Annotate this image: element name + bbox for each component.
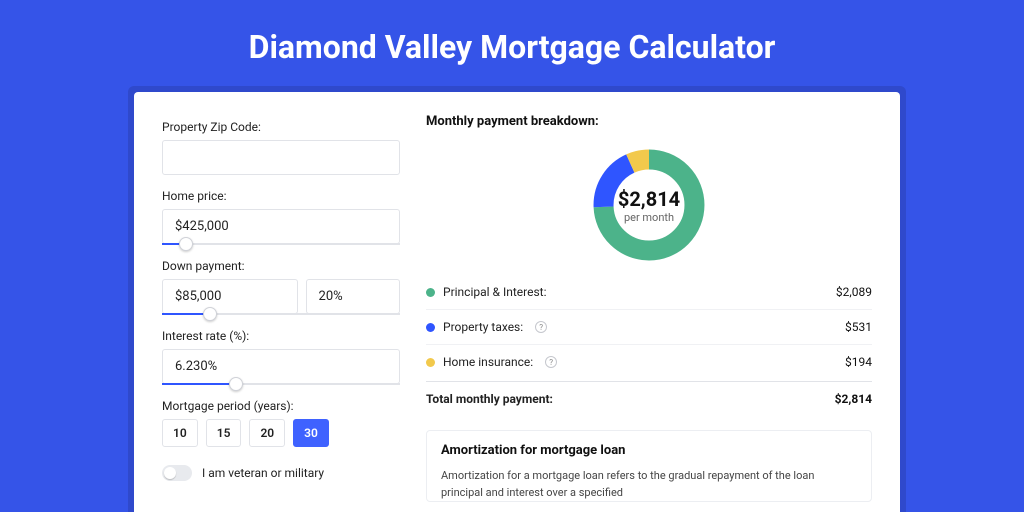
legend-total-value: $2,814 (835, 392, 872, 406)
legend-row-total: Total monthly payment: $2,814 (426, 381, 872, 416)
legend-row-insurance: Home insurance: ? $194 (426, 344, 872, 379)
calculator-card: Property Zip Code: Home price: Down paym… (134, 92, 900, 512)
mortgage-period-options: 10 15 20 30 (162, 419, 400, 447)
donut-amount: $2,814 (618, 187, 680, 211)
swatch-principal (426, 288, 435, 297)
swatch-insurance (426, 358, 435, 367)
amortization-title: Amortization for mortgage loan (441, 443, 857, 458)
legend-value-principal: $2,089 (836, 285, 872, 299)
card-container: Property Zip Code: Home price: Down paym… (0, 86, 1024, 512)
interest-rate-slider[interactable] (162, 383, 400, 385)
donut-subtext: per month (624, 211, 674, 224)
legend-total-label: Total monthly payment: (426, 392, 553, 406)
legend-label-principal: Principal & Interest: (443, 285, 547, 299)
form-column: Property Zip Code: Home price: Down paym… (134, 92, 424, 512)
legend-label-taxes: Property taxes: (443, 320, 523, 334)
legend-row-principal: Principal & Interest: $2,089 (426, 275, 872, 309)
veteran-toggle-knob (164, 467, 176, 479)
period-option-10[interactable]: 10 (162, 419, 198, 447)
period-option-30[interactable]: 30 (293, 419, 329, 447)
veteran-toggle-row: I am veteran or military (162, 465, 400, 481)
veteran-toggle-label: I am veteran or military (202, 466, 324, 480)
legend-value-taxes: $531 (845, 320, 872, 334)
down-payment-slider-thumb[interactable] (203, 307, 217, 321)
period-option-15[interactable]: 15 (206, 419, 242, 447)
home-price-input[interactable] (162, 209, 400, 244)
zip-code-label: Property Zip Code: (162, 120, 400, 134)
down-payment-field: Down payment: (162, 259, 400, 315)
interest-rate-input[interactable] (162, 349, 400, 384)
home-price-label: Home price: (162, 189, 400, 203)
interest-rate-slider-thumb[interactable] (229, 377, 243, 391)
breakdown-title: Monthly payment breakdown: (426, 114, 872, 129)
down-payment-slider[interactable] (162, 313, 400, 315)
veteran-toggle[interactable] (162, 465, 192, 481)
page-title: Diamond Valley Mortgage Calculator (0, 0, 1024, 86)
down-payment-input[interactable] (162, 279, 298, 314)
zip-code-field: Property Zip Code: (162, 120, 400, 175)
zip-code-input[interactable] (162, 140, 400, 175)
amortization-box: Amortization for mortgage loan Amortizat… (426, 430, 872, 502)
mortgage-period-label: Mortgage period (years): (162, 399, 400, 413)
down-payment-label: Down payment: (162, 259, 400, 273)
down-payment-pct-input[interactable] (306, 279, 400, 314)
home-price-field: Home price: (162, 189, 400, 245)
legend-value-insurance: $194 (845, 355, 872, 369)
period-option-20[interactable]: 20 (249, 419, 285, 447)
legend-row-taxes: Property taxes: ? $531 (426, 309, 872, 344)
swatch-taxes (426, 323, 435, 332)
legend-label-insurance: Home insurance: (443, 355, 533, 369)
info-icon[interactable]: ? (535, 321, 547, 333)
mortgage-period-field: Mortgage period (years): 10 15 20 30 (162, 399, 400, 447)
legend: Principal & Interest: $2,089 Property ta… (426, 275, 872, 416)
card-shadow: Property Zip Code: Home price: Down paym… (128, 86, 906, 512)
donut-chart: $2,814 per month (589, 145, 709, 265)
home-price-slider[interactable] (162, 243, 400, 245)
donut-center: $2,814 per month (589, 145, 709, 265)
breakdown-column: Monthly payment breakdown: $2,814 per mo… (424, 92, 900, 512)
amortization-text: Amortization for a mortgage loan refers … (441, 468, 857, 501)
interest-rate-field: Interest rate (%): (162, 329, 400, 385)
info-icon[interactable]: ? (545, 356, 557, 368)
interest-rate-label: Interest rate (%): (162, 329, 400, 343)
donut-chart-container: $2,814 per month (426, 139, 872, 275)
home-price-slider-thumb[interactable] (179, 237, 193, 251)
